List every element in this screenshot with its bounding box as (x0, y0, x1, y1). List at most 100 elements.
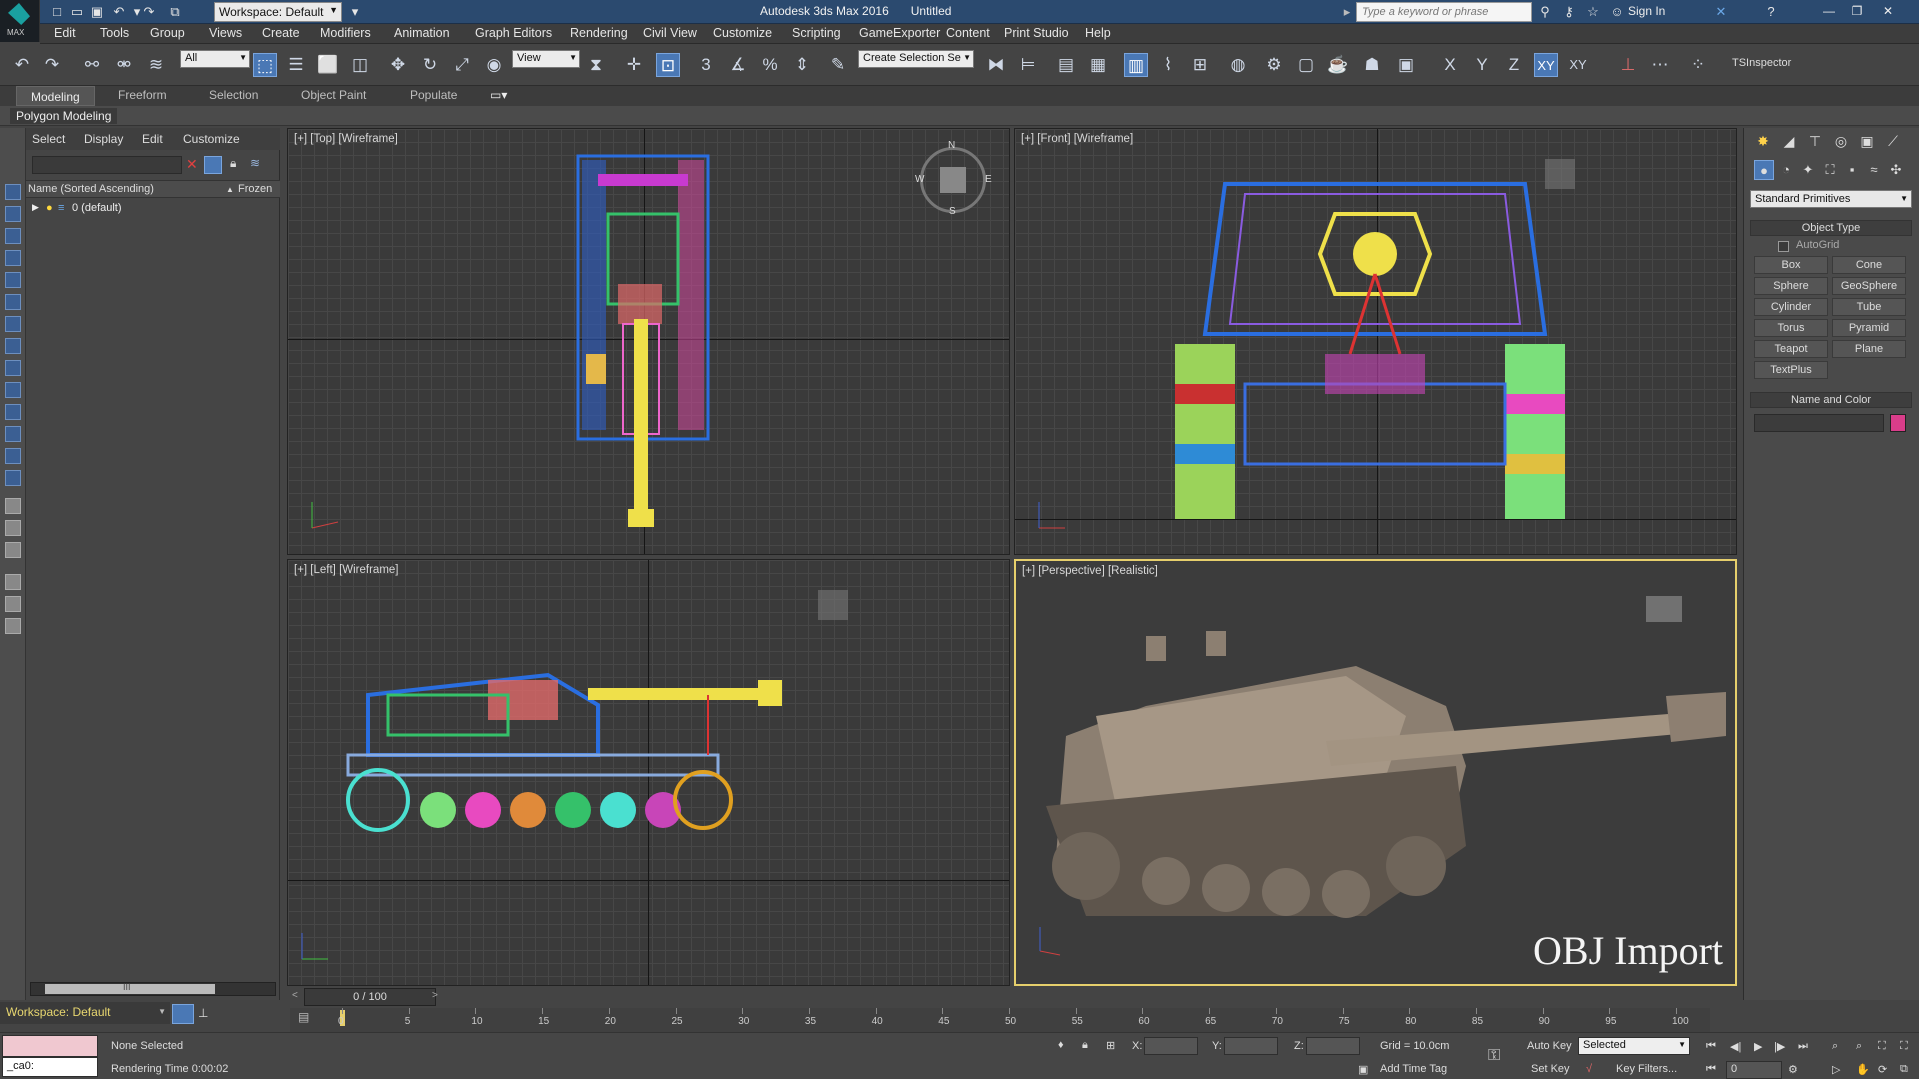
workspace-menu-icon[interactable]: ▾ (346, 3, 364, 21)
add-time-tag[interactable]: Add Time Tag (1380, 1063, 1447, 1075)
pan-icon[interactable]: ✋ (1856, 1063, 1870, 1076)
menu-modifiers[interactable]: Modifiers (320, 26, 371, 40)
viewcube[interactable] (1646, 596, 1682, 622)
object-type-rollout[interactable]: Object Type (1750, 220, 1912, 236)
redo-icon[interactable]: ↷ (40, 53, 64, 77)
goto-start-icon[interactable]: ⏮ (1706, 1040, 1716, 1053)
display-groups-icon[interactable] (5, 316, 21, 332)
lights-icon[interactable]: ✦ (1798, 160, 1818, 180)
percent-snap-icon[interactable]: % (758, 53, 782, 77)
maximize-viewport-icon[interactable]: ⧉ (1900, 1063, 1908, 1076)
viewcube[interactable] (940, 167, 966, 193)
frozen-column-header[interactable]: Frozen (238, 183, 272, 195)
select-children-icon[interactable] (204, 156, 222, 174)
geosphere-button[interactable]: GeoSphere (1832, 277, 1906, 295)
scene-menu-customize[interactable]: Customize (183, 132, 240, 146)
plane-button[interactable]: Plane (1832, 340, 1906, 358)
display-influences-icon[interactable] (5, 520, 21, 536)
space-warps-icon[interactable]: ≈ (1864, 160, 1884, 180)
tab-populate[interactable]: Populate (410, 88, 457, 102)
display-helpers-icon[interactable] (5, 272, 21, 288)
layer-row[interactable]: ▶ ● ≡ 0 (default) (26, 200, 280, 218)
rectangular-selection-icon[interactable]: ⬜ (316, 53, 340, 77)
lock-icon[interactable]: 🔒︎ (230, 156, 236, 171)
sign-in-button[interactable]: Sign In (1628, 4, 1665, 18)
pivot-center-icon[interactable]: ⧗ (584, 53, 608, 77)
primitive-category-dropdown[interactable]: Standard Primitives ▼ (1750, 190, 1912, 208)
name-column-header[interactable]: Name (Sorted Ascending) (28, 183, 154, 195)
object-name-input[interactable] (1754, 414, 1884, 432)
hierarchy-explorer-icon[interactable]: ⊥ (198, 1006, 208, 1020)
tab-freeform[interactable]: Freeform (118, 88, 167, 102)
axis-xy-cycle-button[interactable]: XY (1566, 53, 1590, 77)
place-icon[interactable]: ◉ (482, 53, 506, 77)
pyramid-button[interactable]: Pyramid (1832, 319, 1906, 337)
next-frame-icon[interactable]: |▶ (1774, 1040, 1785, 1053)
display-containers-icon[interactable] (5, 382, 21, 398)
axis-xy-button[interactable]: XY (1534, 53, 1558, 77)
time-tag-icon[interactable]: ▣ (1358, 1063, 1368, 1076)
tab-selection[interactable]: Selection (209, 88, 258, 102)
menu-rendering[interactable]: Rendering (570, 26, 628, 40)
viewcube-compass[interactable]: N S E W (915, 140, 992, 217)
object-color-swatch[interactable] (1890, 414, 1906, 432)
menu-edit[interactable]: Edit (54, 26, 76, 40)
display-frozen-icon[interactable] (5, 404, 21, 420)
display-lights-icon[interactable] (5, 228, 21, 244)
search-input[interactable]: Type a keyword or phrase (1356, 2, 1532, 22)
toggle-ribbon-icon[interactable]: ▥ (1124, 53, 1148, 77)
curve-editor-icon[interactable]: ⌇ (1156, 53, 1180, 77)
hierarchy-tab-icon[interactable]: ⊤ (1804, 130, 1826, 152)
viewport-left[interactable]: [+] [Left] [Wireframe] (287, 559, 1010, 986)
menu-customize[interactable]: Customize (713, 26, 772, 40)
open-file-icon[interactable]: ▭ (68, 3, 86, 21)
exchange-icon[interactable]: ✕ (1712, 3, 1730, 21)
align-icon[interactable]: ⊨ (1016, 53, 1040, 77)
menu-animation[interactable]: Animation (394, 26, 450, 40)
workspace-dropdown[interactable]: Workspace: Default ▼ (214, 2, 342, 22)
zoom-all-icon[interactable]: ⌕ (1856, 1040, 1862, 1053)
auto-key-button[interactable]: Auto Key (1527, 1040, 1572, 1052)
cone-button[interactable]: Cone (1832, 256, 1906, 274)
keyboard-shortcut-override-icon[interactable]: ⊡ (656, 53, 680, 77)
x-coord-input[interactable] (1144, 1037, 1198, 1055)
material-editor-icon[interactable]: ◍ (1226, 53, 1250, 77)
select-manipulate-icon[interactable]: ✛ (622, 53, 646, 77)
modify-tab-icon[interactable]: ◢ (1778, 130, 1800, 152)
prev-frame-icon[interactable]: ◀| (1730, 1040, 1741, 1053)
cameras-icon[interactable]: ⛶ (1820, 160, 1840, 180)
zoom-extents-all-icon[interactable]: ⛶ (1900, 1040, 1908, 1053)
spacing-tool-icon[interactable]: ⋯ (1648, 53, 1672, 77)
scene-search-input[interactable] (32, 156, 182, 174)
viewport-label[interactable]: [+] [Left] [Wireframe] (294, 564, 399, 576)
selection-filter-dropdown[interactable]: All ▼ (180, 50, 250, 68)
angle-snap-icon[interactable]: ∡ (726, 53, 750, 77)
viewport-label[interactable]: [+] [Top] [Wireframe] (294, 133, 398, 145)
box-button[interactable]: Box (1754, 256, 1828, 274)
viewport-label[interactable]: [+] [Front] [Wireframe] (1021, 133, 1133, 145)
bind-space-warp-icon[interactable]: ≋ (144, 53, 168, 77)
z-coord-input[interactable] (1306, 1037, 1360, 1055)
slider-prev-icon[interactable]: < (292, 990, 298, 1001)
layer-manager-icon[interactable]: ≋ (250, 156, 260, 170)
autogrid-checkbox[interactable] (1778, 241, 1789, 252)
filter-icon[interactable] (5, 574, 21, 590)
axis-z-button[interactable]: Z (1502, 53, 1526, 77)
render-in-cloud-icon[interactable]: ▣ (1394, 53, 1418, 77)
display-shapes-icon[interactable] (5, 206, 21, 222)
viewport-front[interactable]: [+] [Front] [Wireframe] (1014, 128, 1737, 555)
layer-icon[interactable] (5, 618, 21, 634)
utilities-tab-icon[interactable]: ⟋ (1882, 130, 1904, 152)
menu-views[interactable]: Views (209, 26, 242, 40)
axis-x-button[interactable]: X (1438, 53, 1462, 77)
menu-content[interactable]: Content (946, 26, 990, 40)
edit-named-selection-icon[interactable]: ✎ (826, 53, 850, 77)
menu-gameexporter[interactable]: GameExporter (859, 26, 940, 40)
select-and-move-icon[interactable]: ✥ (386, 53, 410, 77)
spinner-snap-icon[interactable]: ⇕ (790, 53, 814, 77)
create-tab-icon[interactable]: ✸ (1752, 130, 1774, 152)
y-coord-input[interactable] (1224, 1037, 1278, 1055)
key-mode-toggle-icon[interactable]: ⏮ (1706, 1063, 1716, 1076)
render-iterative-icon[interactable]: ☗ (1360, 53, 1384, 77)
torus-button[interactable]: Torus (1754, 319, 1828, 337)
